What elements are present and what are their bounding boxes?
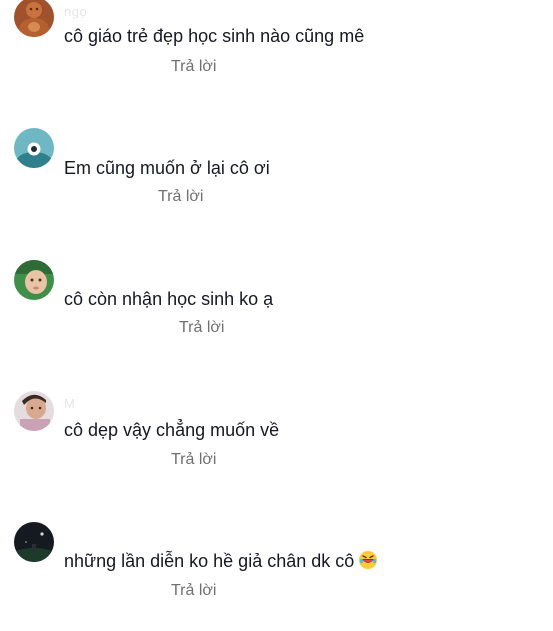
baby-photo-avatar[interactable] xyxy=(14,260,54,300)
rolling-laughing-emoji-icon xyxy=(358,550,378,570)
comment-username[interactable]: ngọ xyxy=(64,4,87,19)
comment-text: cô còn nhận học sinh ko ạ xyxy=(64,289,274,309)
reply-button[interactable]: Trả lời xyxy=(171,582,216,600)
comment-item: Em cũng muốn ở lại cô ơi Trả lời xyxy=(0,128,553,238)
comment-username[interactable]: M xyxy=(64,396,75,411)
reply-button[interactable]: Trả lời xyxy=(171,58,216,76)
comment-item: những lần diễn ko hề giả chân dk cô Trả … xyxy=(0,521,553,631)
comment-item: M cô dẹp vậy chẳng muốn về Trả lời xyxy=(0,390,553,500)
comment-text: cô dẹp vậy chẳng muốn về xyxy=(64,420,280,440)
comment-item: cô còn nhận học sinh ko ạ Trả lời xyxy=(0,259,553,369)
cartoon-mascot-avatar[interactable] xyxy=(14,128,54,168)
dark-night-avatar[interactable] xyxy=(14,522,54,562)
comment-text: cô giáo trẻ đẹp học sinh nào cũng mê xyxy=(64,26,365,46)
comment-text: Em cũng muốn ở lại cô ơi xyxy=(64,158,270,178)
comment-item: ngọ cô giáo trẻ đẹp học sinh nào cũng mê… xyxy=(0,0,553,110)
reply-button[interactable]: Trả lời xyxy=(179,319,224,337)
comment-text: những lần diễn ko hề giả chân dk cô xyxy=(64,550,378,572)
reply-button[interactable]: Trả lời xyxy=(158,188,203,206)
comment-text-content: những lần diễn ko hề giả chân dk cô xyxy=(64,551,355,571)
child-photo-avatar[interactable] xyxy=(14,391,54,431)
buddha-figure-avatar[interactable] xyxy=(14,0,54,37)
reply-button[interactable]: Trả lời xyxy=(171,451,216,469)
